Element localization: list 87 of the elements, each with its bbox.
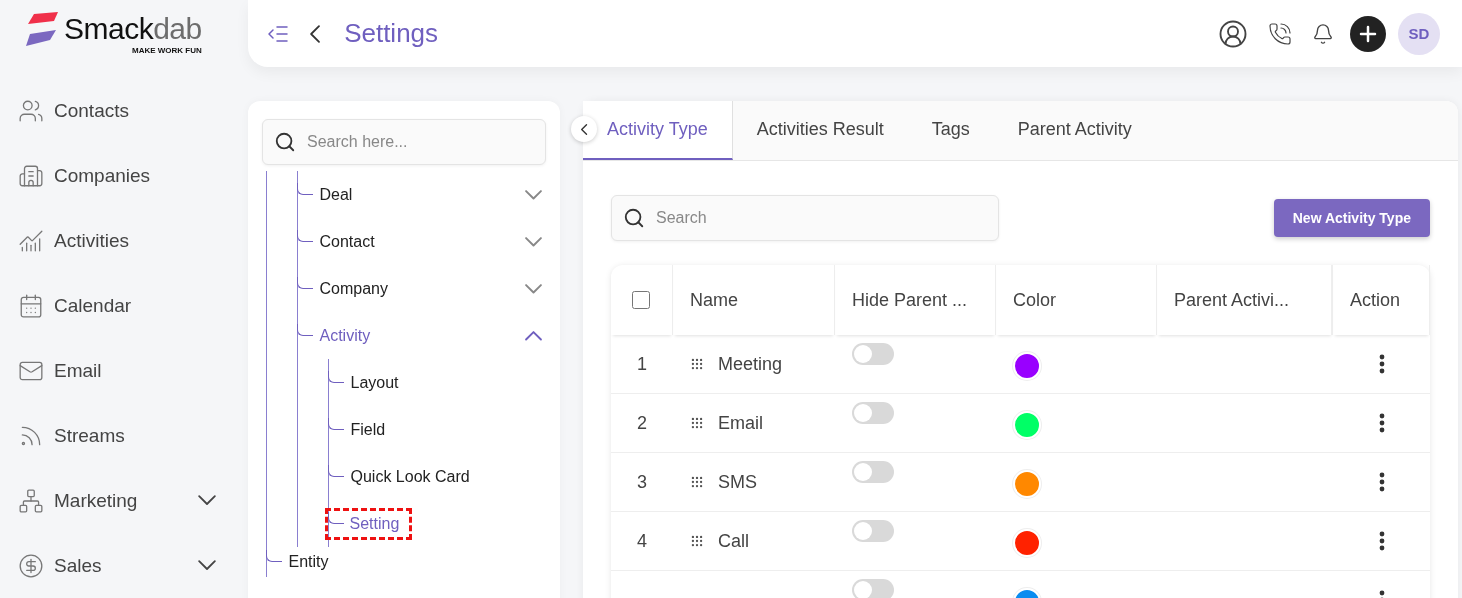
more-icon xyxy=(1378,413,1385,433)
drag-handle-icon[interactable] xyxy=(690,475,704,489)
bell-icon xyxy=(1312,22,1334,45)
user-icon xyxy=(1218,18,1248,49)
tree-item[interactable]: Company xyxy=(319,277,525,300)
tab[interactable]: Tags xyxy=(907,101,994,160)
back-icon xyxy=(310,24,321,43)
row-number: 4 xyxy=(611,512,673,571)
dollar-icon xyxy=(18,552,44,579)
tree-line xyxy=(296,229,313,242)
chevron-icon[interactable] xyxy=(525,283,542,294)
toggle-switch[interactable] xyxy=(852,461,894,483)
tree-line xyxy=(327,370,344,383)
nav-label: Streams xyxy=(54,424,126,447)
tab[interactable]: Activities Result xyxy=(732,101,908,160)
tree-item[interactable]: Quick Look Card xyxy=(350,467,470,486)
tree-item[interactable]: Layout xyxy=(350,373,399,392)
nav-label: Activities xyxy=(54,229,130,252)
nav-label: Sales xyxy=(54,554,103,577)
tree-line xyxy=(327,511,344,524)
logo-tagline: MAKE WORK FUN xyxy=(131,46,202,55)
nav-label: Calendar xyxy=(54,294,133,317)
nav-item[interactable]: Calendar xyxy=(0,273,248,338)
logo-wordmark: Smackdab xyxy=(64,12,202,46)
tree-line xyxy=(296,323,313,336)
search-field[interactable]: Search here... xyxy=(262,119,546,165)
tab[interactable]: Parent Activity xyxy=(993,101,1156,160)
name-cell: SMS xyxy=(718,471,757,493)
nav-item[interactable]: Streams xyxy=(0,403,248,468)
select-all-checkbox[interactable] xyxy=(632,291,650,309)
tree-line xyxy=(296,276,313,289)
tree-item[interactable]: Entity xyxy=(288,551,546,573)
tree-item[interactable]: Setting xyxy=(349,514,400,533)
nav-label: Marketing xyxy=(54,489,139,512)
page-title: Settings xyxy=(344,18,440,49)
more-icon xyxy=(1378,531,1385,551)
chevron-icon[interactable] xyxy=(525,189,542,200)
toggle-switch[interactable] xyxy=(852,343,894,365)
toggle-switch[interactable] xyxy=(852,402,894,424)
drag-handle-icon[interactable] xyxy=(690,534,704,548)
new-activity-type-button[interactable]: New Activity Type xyxy=(1273,199,1430,237)
name-cell: Email xyxy=(718,412,763,434)
tree-line xyxy=(327,464,344,477)
phone-icon xyxy=(1268,21,1292,46)
nav-label: Email xyxy=(54,359,103,382)
tree-line xyxy=(265,550,282,562)
more-icon xyxy=(1378,354,1385,374)
tree-item[interactable]: Deal xyxy=(319,183,525,206)
collapse-button[interactable] xyxy=(571,116,597,142)
user-avatar[interactable]: SD xyxy=(1398,12,1440,55)
column-header: Action xyxy=(1333,265,1430,335)
row-number: 3 xyxy=(611,453,673,512)
row-number: 2 xyxy=(611,394,673,453)
column-header: Name xyxy=(673,265,835,335)
nav-label: Companies xyxy=(54,164,152,187)
row-number: 1 xyxy=(611,335,673,394)
drag-handle-icon[interactable] xyxy=(690,357,704,371)
tree-line xyxy=(296,182,313,195)
nav-label: Contacts xyxy=(54,99,130,122)
nav-item[interactable]: Contacts xyxy=(0,78,248,143)
name-cell: Meeting xyxy=(718,353,783,375)
drag-handle-icon[interactable] xyxy=(690,416,704,430)
tree-item[interactable]: Field xyxy=(350,420,386,439)
more-icon xyxy=(1378,472,1385,492)
nav-item[interactable]: Email xyxy=(0,338,248,403)
network-icon xyxy=(18,487,44,514)
nav-item[interactable]: Marketing xyxy=(0,468,248,533)
nav-item[interactable]: Activities xyxy=(0,208,248,273)
tree-line xyxy=(327,417,344,430)
toggle-switch[interactable] xyxy=(852,520,894,542)
column-header: Parent Activi... xyxy=(1157,265,1333,335)
tree-item[interactable]: Activity xyxy=(319,324,525,347)
tab[interactable]: Activity Type xyxy=(583,101,733,160)
nav-item[interactable]: Sales xyxy=(0,533,248,598)
tree-item[interactable]: Contact xyxy=(319,230,525,253)
back-icon xyxy=(580,123,588,135)
add-button[interactable] xyxy=(1350,15,1386,52)
nav-item[interactable]: Companies xyxy=(0,143,248,208)
calendar-icon xyxy=(18,292,44,319)
chevron-icon[interactable] xyxy=(525,236,542,247)
toggle-switch[interactable] xyxy=(852,579,894,598)
logo-icon xyxy=(24,12,60,46)
search-field[interactable]: Search xyxy=(611,195,999,241)
chevron-icon[interactable] xyxy=(525,330,542,341)
column-header: Hide Parent ... xyxy=(835,265,996,335)
column-header: Color xyxy=(996,265,1157,335)
name-cell: Call xyxy=(718,530,749,552)
